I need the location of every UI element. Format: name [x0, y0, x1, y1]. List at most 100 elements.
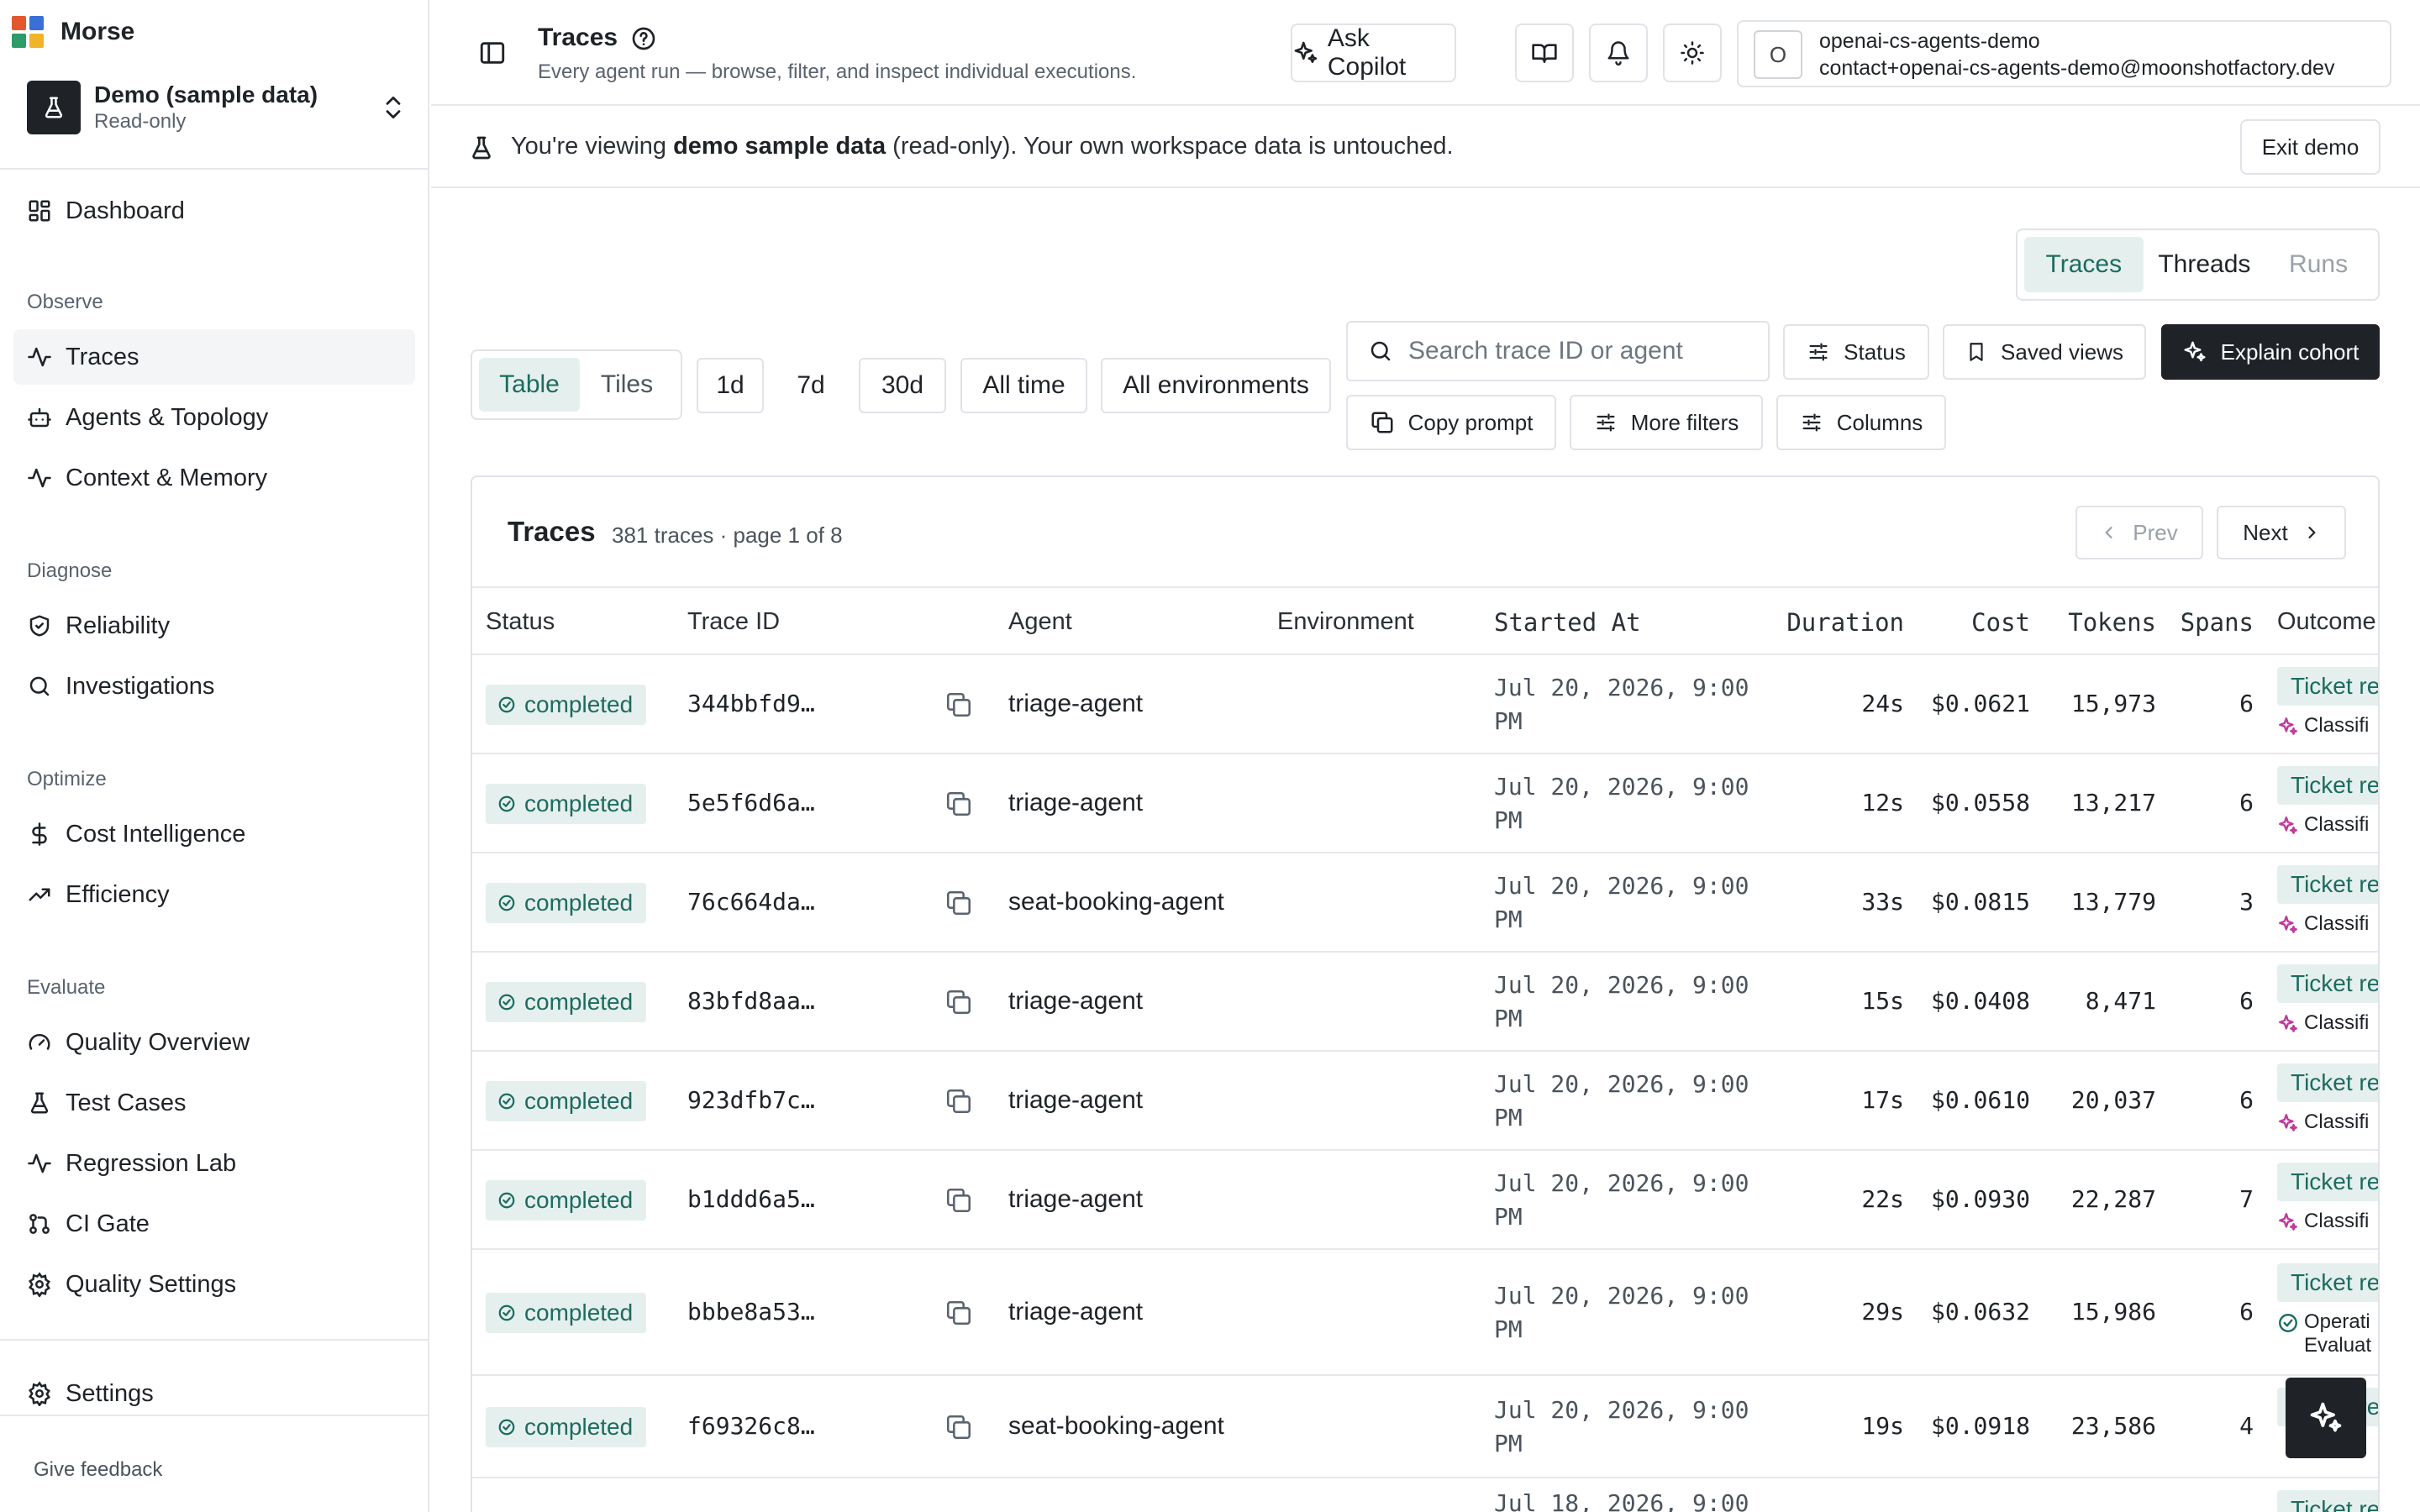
column-header-status[interactable]: Status: [486, 608, 555, 636]
sidebar-item-cost-intelligence[interactable]: Cost Intelligence: [13, 806, 415, 862]
trace-id[interactable]: b1ddd6a5…: [687, 1185, 815, 1213]
exit-demo-button[interactable]: Exit demo: [2240, 119, 2381, 175]
environment-select[interactable]: All environments: [1101, 358, 1331, 413]
column-header-agent[interactable]: Agent: [1008, 608, 1072, 636]
trace-id[interactable]: 83bfd8aa…: [687, 987, 815, 1015]
prev-page-button[interactable]: Prev: [2075, 506, 2203, 559]
sidebar-item-ci-gate[interactable]: CI Gate: [13, 1196, 415, 1252]
table-row[interactable]: completed 923dfb7c… triage-agent Jul 20, 20…: [472, 1052, 2378, 1151]
outcome-detail-line-2: Evaluat: [2304, 1334, 2372, 1357]
range-all-time-button[interactable]: All time: [960, 358, 1087, 413]
status-filter-button[interactable]: Status: [1783, 324, 1929, 380]
sidebar-item-efficiency[interactable]: Efficiency: [13, 867, 415, 922]
ask-copilot-label: Ask Copilot: [1327, 24, 1407, 81]
give-feedback-link[interactable]: Give feedback: [34, 1458, 162, 1482]
docs-button[interactable]: [1515, 24, 1574, 82]
range-7d-button[interactable]: 7d: [777, 358, 844, 413]
column-header-duration[interactable]: Duration: [1786, 608, 1904, 637]
range-30d-button[interactable]: 30d: [859, 358, 946, 413]
copy-icon[interactable]: [944, 1299, 973, 1327]
range-1d-button[interactable]: 1d: [697, 358, 764, 413]
shield-check-icon: [29, 615, 50, 637]
tiles-view-button[interactable]: Tiles: [580, 358, 674, 412]
agent-name[interactable]: triage-agent: [1008, 690, 1143, 718]
sparkle-icon: [2279, 816, 2297, 834]
agent-name[interactable]: triage-agent: [1008, 1086, 1143, 1115]
table-row[interactable]: completed 83bfd8aa… triage-agent Jul 20, 20…: [472, 953, 2378, 1052]
search-input[interactable]: Search trace ID or agent: [1346, 321, 1770, 381]
sidebar-item-context-memory[interactable]: Context & Memory: [13, 450, 415, 506]
copilot-fab-button[interactable]: [2286, 1378, 2366, 1458]
check-circle-icon: [498, 1093, 515, 1110]
column-header-started-at[interactable]: Started At: [1494, 608, 1641, 637]
saved-views-button[interactable]: Saved views: [1943, 324, 2146, 380]
table-row[interactable]: Jul 18, 2026, 9:00 Ticket re: [472, 1478, 2378, 1512]
cost: $0.0930: [1930, 1185, 2030, 1213]
table-row[interactable]: completed 5e5f6d6a… triage-agent Jul 20, 20…: [472, 754, 2378, 853]
agent-name[interactable]: triage-agent: [1008, 1185, 1143, 1214]
check-circle-icon: [498, 795, 515, 812]
sidebar-item-quality-settings[interactable]: Quality Settings: [13, 1257, 415, 1312]
column-header-cost[interactable]: Cost: [1971, 608, 2030, 637]
help-circle-icon[interactable]: [630, 25, 657, 52]
tab-threads[interactable]: Threads: [2144, 237, 2266, 292]
column-header-trace-id[interactable]: Trace ID: [687, 608, 780, 636]
brand[interactable]: Morse: [12, 15, 134, 49]
sidebar-toggle-icon[interactable]: [478, 39, 507, 67]
columns-button[interactable]: Columns: [1776, 395, 1946, 450]
copy-icon[interactable]: [944, 1413, 973, 1441]
copy-prompt-button[interactable]: Copy prompt: [1346, 395, 1556, 450]
sidebar-item-agents-topology[interactable]: Agents & Topology: [13, 390, 415, 445]
sidebar-item-quality-overview[interactable]: Quality Overview: [13, 1015, 415, 1070]
column-header-outcome[interactable]: Outcome: [2277, 608, 2376, 636]
trace-id[interactable]: bbbe8a53…: [687, 1298, 815, 1326]
notifications-button[interactable]: [1589, 24, 1648, 82]
more-filters-button[interactable]: More filters: [1570, 395, 1763, 450]
table-row[interactable]: completed bbbe8a53… triage-agent Jul 20, 20…: [472, 1250, 2378, 1376]
table-row[interactable]: completed 344bbfd9… triage-agent Jul 20, 20…: [472, 655, 2378, 754]
outcome-detail: Classifi: [2277, 813, 2369, 837]
table-view-button[interactable]: Table: [479, 358, 580, 412]
spans: 7: [2239, 1185, 2254, 1213]
sidebar-item-test-cases[interactable]: Test Cases: [13, 1075, 415, 1131]
copy-icon[interactable]: [944, 790, 973, 818]
status-badge: completed: [486, 685, 647, 725]
trace-id[interactable]: 5e5f6d6a…: [687, 789, 815, 816]
flask-icon: [30, 1092, 49, 1114]
sidebar-item-traces[interactable]: Traces: [13, 329, 415, 385]
trace-id[interactable]: 344bbfd9…: [687, 690, 815, 717]
explain-cohort-button[interactable]: Explain cohort: [2161, 324, 2380, 380]
agent-name[interactable]: seat-booking-agent: [1008, 1412, 1224, 1441]
agent-name[interactable]: seat-booking-agent: [1008, 888, 1224, 916]
theme-toggle-button[interactable]: [1663, 24, 1722, 82]
sidebar-item-regression-lab[interactable]: Regression Lab: [13, 1136, 415, 1191]
tokens: 13,217: [2070, 789, 2156, 816]
copy-icon[interactable]: [944, 1087, 973, 1116]
copy-icon[interactable]: [944, 690, 973, 719]
trace-id[interactable]: 76c664da…: [687, 888, 815, 916]
account-menu[interactable]: O openai-cs-agents-demo contact+openai-c…: [1737, 20, 2391, 87]
sidebar-item-dashboard[interactable]: Dashboard: [13, 183, 415, 239]
ask-copilot-button[interactable]: Ask Copilot: [1291, 24, 1456, 82]
copy-icon[interactable]: [944, 988, 973, 1016]
table-row[interactable]: completed b1ddd6a5… triage-agent Jul 20, 20…: [472, 1151, 2378, 1250]
sidebar-item-investigations[interactable]: Investigations: [13, 659, 415, 714]
tab-runs[interactable]: Runs: [2265, 237, 2371, 292]
trace-id[interactable]: 923dfb7c…: [687, 1086, 815, 1114]
sidebar-item-reliability[interactable]: Reliability: [13, 598, 415, 654]
next-page-button[interactable]: Next: [2217, 506, 2346, 559]
copy-icon[interactable]: [944, 1186, 973, 1215]
table-row[interactable]: completed 76c664da… seat-booking-agent Jul …: [472, 853, 2378, 953]
trace-id[interactable]: f69326c8…: [687, 1412, 815, 1440]
agent-name[interactable]: triage-agent: [1008, 789, 1143, 817]
column-header-tokens[interactable]: Tokens: [2068, 608, 2156, 637]
sidebar-item-settings[interactable]: Settings: [13, 1366, 415, 1421]
column-header-environment[interactable]: Environment: [1277, 608, 1414, 636]
copy-icon[interactable]: [944, 889, 973, 917]
tab-traces[interactable]: Traces: [2024, 237, 2144, 292]
column-header-spans[interactable]: Spans: [2181, 608, 2254, 637]
agent-name[interactable]: triage-agent: [1008, 1298, 1143, 1326]
agent-name[interactable]: triage-agent: [1008, 987, 1143, 1016]
table-row[interactable]: completed f69326c8… seat-booking-agent Jul …: [472, 1376, 2378, 1478]
workspace-switcher[interactable]: Demo (sample data) Read-only: [27, 79, 405, 136]
